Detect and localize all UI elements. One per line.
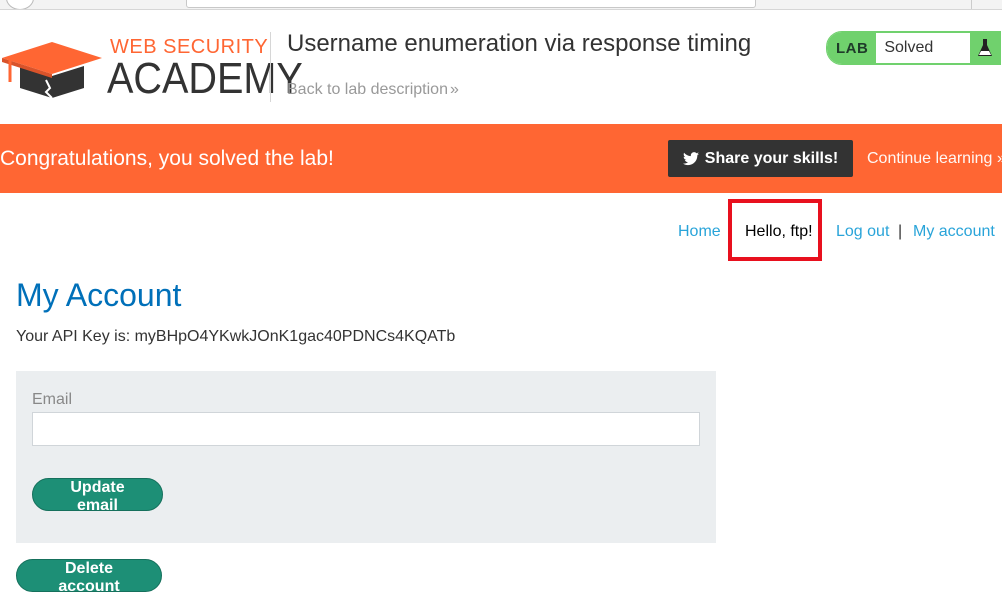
update-email-button[interactable]: Update email	[32, 478, 163, 514]
back-link-label: Back to lab description	[287, 81, 448, 98]
graduation-cap-icon	[2, 42, 102, 99]
page-title: My Account	[16, 277, 182, 313]
share-skills-label: Share your skills!	[704, 149, 839, 167]
lab-status-widget: LAB Solved	[826, 31, 1002, 65]
user-greeting: Hello, ftp!	[745, 223, 813, 240]
back-to-description-link[interactable]: Back to lab description»	[287, 81, 459, 99]
flask-icon	[970, 32, 1001, 64]
reload-icon[interactable]	[6, 0, 34, 9]
twitter-icon	[682, 151, 699, 166]
solved-banner: Congratulations, you solved the lab! Sha…	[0, 124, 1002, 193]
nav-my-account-link[interactable]: My account	[913, 223, 995, 241]
continue-learning-link[interactable]: Continue learning »	[867, 150, 1002, 168]
double-chevron-right-icon: »	[449, 81, 459, 98]
lab-badge: LAB	[827, 32, 877, 64]
share-skills-button[interactable]: Share your skills!	[668, 140, 853, 177]
lab-header: WEB SECURITY ACADEMY Username enumeratio…	[0, 10, 1002, 124]
toolbar-divider	[971, 0, 972, 9]
double-chevron-right-icon: »	[997, 150, 1002, 167]
lab-title: Username enumeration via response timing	[287, 30, 752, 57]
change-email-form: Email Update email	[16, 371, 716, 543]
nav-separator: |	[898, 223, 903, 240]
api-key-text: Your API Key is: myBHpO4YKwkJOnK1gac40PD…	[16, 328, 456, 345]
delete-account-button[interactable]: Delete account	[16, 559, 162, 595]
account-nav: Home Hello, ftp! Log out | My account	[0, 193, 1002, 268]
academy-logo[interactable]: WEB SECURITY ACADEMY	[2, 36, 303, 106]
logo-text-bottom: ACADEMY	[107, 54, 303, 103]
nav-logout-link[interactable]: Log out	[836, 223, 889, 241]
email-label: Email	[32, 391, 73, 408]
email-field[interactable]	[32, 412, 700, 446]
congratulations-message: Congratulations, you solved the lab!	[0, 147, 334, 170]
lab-status-text: Solved	[876, 32, 971, 64]
header-divider	[270, 32, 271, 102]
address-bar[interactable]	[186, 0, 756, 8]
continue-learning-label: Continue learning	[867, 150, 993, 167]
nav-home-link[interactable]: Home	[678, 223, 721, 241]
browser-chrome	[0, 0, 1002, 10]
